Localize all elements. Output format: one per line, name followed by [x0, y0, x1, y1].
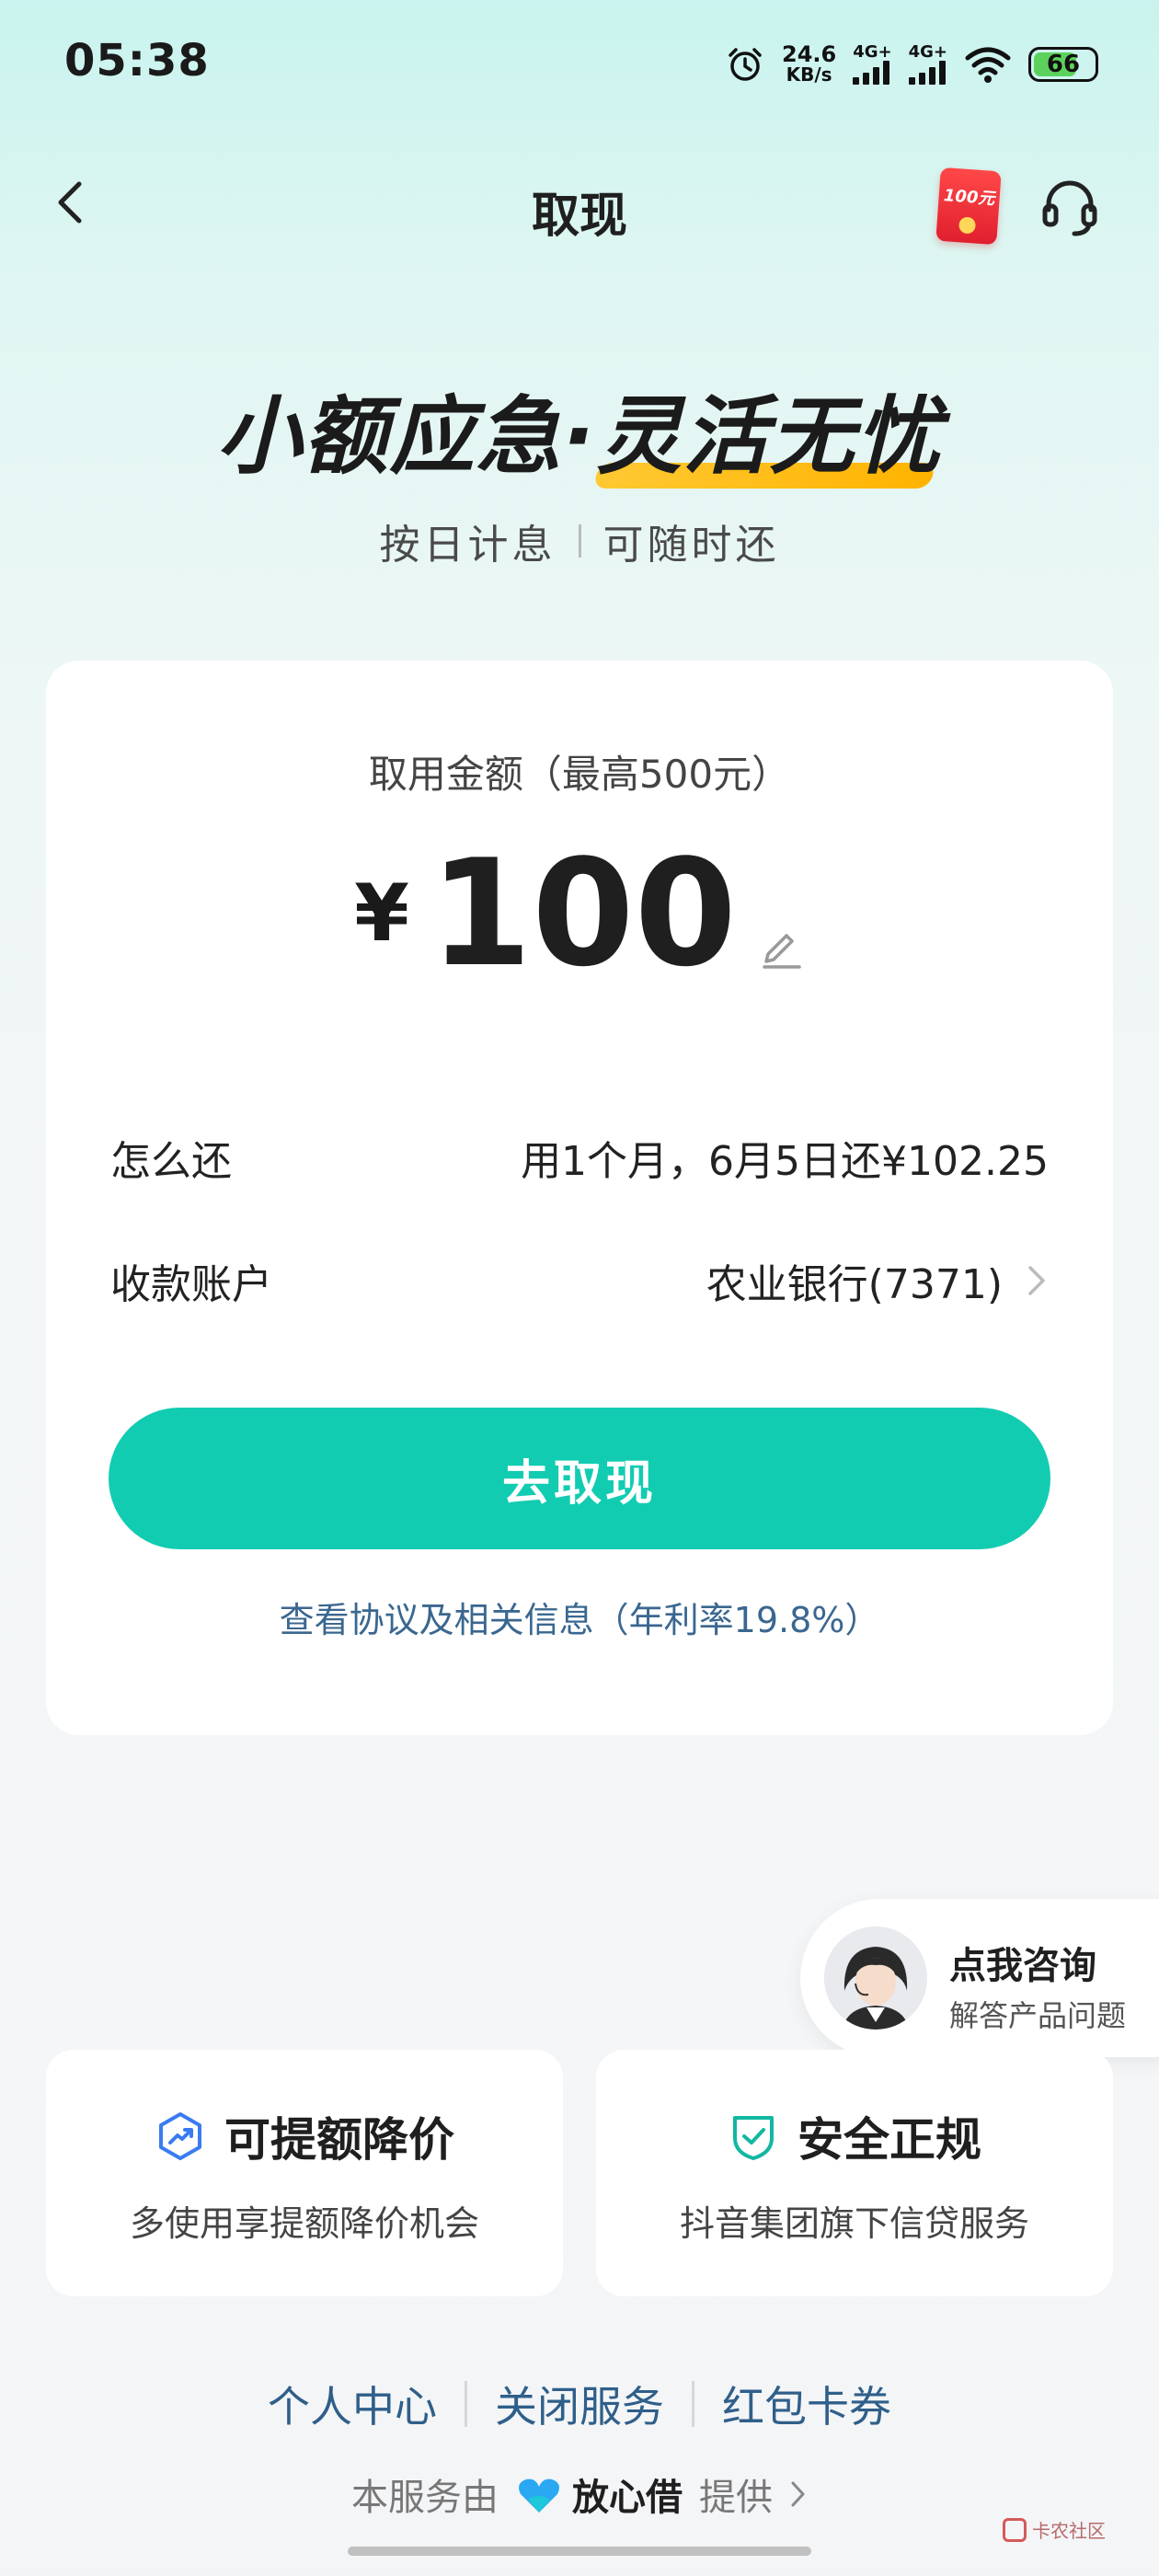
- feature-title: 可提额降价: [224, 2113, 454, 2167]
- link-coupons[interactable]: 红包卡券: [694, 2374, 919, 2434]
- net-speed-unit: KB/s: [786, 63, 832, 86]
- signal-icon: 4G+: [908, 42, 947, 85]
- status-icons: 24.6 KB/s 4G+ 4G+ 66: [725, 37, 1098, 92]
- headset-icon[interactable]: [1038, 175, 1102, 239]
- footer-links: 个人中心 关闭服务 红包卡券: [0, 2374, 1159, 2434]
- battery-level: 66: [1046, 51, 1081, 78]
- signal-icon: 4G+: [853, 42, 892, 85]
- net-speed-value: 24.6: [782, 41, 837, 67]
- link-personal-center[interactable]: 个人中心: [240, 2374, 465, 2434]
- repay-row: 怎么还 用1个月，6月5日还¥102.25: [110, 1128, 1049, 1187]
- status-time: 05:38: [64, 35, 210, 86]
- avatar: [824, 1926, 927, 2030]
- redpacket-icon[interactable]: 100元: [935, 167, 1002, 246]
- feature-desc: 抖音集团旗下信贷服务: [679, 2203, 1029, 2244]
- wifi-icon: [965, 47, 1011, 83]
- account-row[interactable]: 收款账户 农业银行(7371): [110, 1251, 1049, 1310]
- subtitle-divider: [578, 524, 581, 558]
- chevron-right-icon: [791, 2481, 805, 2507]
- hero-subtitle: 按日计息 可随时还: [0, 512, 1159, 570]
- provider-name: 放心借: [572, 2477, 683, 2519]
- consult-subtitle: 解答产品问题: [949, 1998, 1127, 2033]
- repay-value: 用1个月，6月5日还¥102.25: [521, 1138, 1049, 1185]
- feature-card-credit: 可提额降价 多使用享提额降价机会: [46, 2050, 563, 2296]
- currency-symbol: ¥: [354, 868, 409, 960]
- amount-display[interactable]: ¥ 100: [46, 840, 1113, 987]
- account-value: 农业银行(7371): [706, 1261, 1003, 1308]
- provider-brand: 放心借: [515, 2467, 683, 2521]
- watermark: 卡农社区: [1003, 2516, 1106, 2543]
- hero-slogan: 小额应急·灵活无忧: [0, 368, 1159, 490]
- withdraw-card: 取用金额（最高500元） ¥ 100 怎么还 用1个月，6月5日还¥102.25…: [46, 661, 1113, 1735]
- nav-bar: 取现 100元: [0, 156, 1159, 248]
- watermark-icon: [1003, 2517, 1027, 2542]
- chevron-right-icon: [1028, 1266, 1045, 1295]
- feature-card-security: 安全正规 抖音集团旗下信贷服务: [596, 2050, 1113, 2296]
- withdraw-button[interactable]: 去取现: [109, 1408, 1050, 1549]
- amount-value[interactable]: 100: [430, 840, 737, 987]
- feature-desc: 多使用享提额降价机会: [129, 2203, 479, 2244]
- home-indicator[interactable]: [348, 2547, 811, 2556]
- trend-up-hexagon-icon: [159, 2112, 201, 2160]
- feature-title: 安全正规: [798, 2113, 981, 2167]
- subtitle-left: 按日计息: [379, 522, 557, 569]
- redpacket-label: 100元: [943, 186, 996, 209]
- provider-suffix: 提供: [699, 2477, 773, 2519]
- alarm-icon: [729, 48, 762, 81]
- repay-label: 怎么还: [110, 1138, 232, 1185]
- net-speed: 24.6 KB/s: [782, 41, 837, 86]
- fangxinjie-logo-icon: [519, 2478, 559, 2513]
- sim1-label: 4G+: [853, 42, 892, 62]
- slogan-part2: 灵活无忧: [596, 368, 942, 490]
- subtitle-right: 可随时还: [602, 522, 780, 569]
- link-close-service[interactable]: 关闭服务: [467, 2374, 692, 2434]
- watermark-text: 卡农社区: [1032, 2520, 1106, 2542]
- slogan-part1: 小额应急·: [216, 387, 597, 486]
- sim2-label: 4G+: [908, 42, 947, 62]
- provider-line[interactable]: 本服务由 放心借 提供: [0, 2467, 1159, 2521]
- consult-float-button[interactable]: 点我咨询 解答产品问题: [800, 1899, 1159, 2057]
- status-bar: 05:38 24.6 KB/s 4G+ 4G+ 66: [0, 0, 1159, 129]
- consult-title: 点我咨询: [949, 1945, 1096, 1987]
- battery-icon: 66: [1028, 47, 1098, 82]
- pencil-icon[interactable]: [757, 921, 805, 969]
- amount-label: 取用金额（最高500元）: [368, 752, 791, 797]
- provider-prefix: 本服务由: [351, 2477, 499, 2519]
- shield-check-icon: [733, 2116, 774, 2160]
- agreement-link[interactable]: 查看协议及相关信息（年利率19.8%）: [46, 1592, 1113, 1642]
- account-label: 收款账户: [110, 1261, 272, 1308]
